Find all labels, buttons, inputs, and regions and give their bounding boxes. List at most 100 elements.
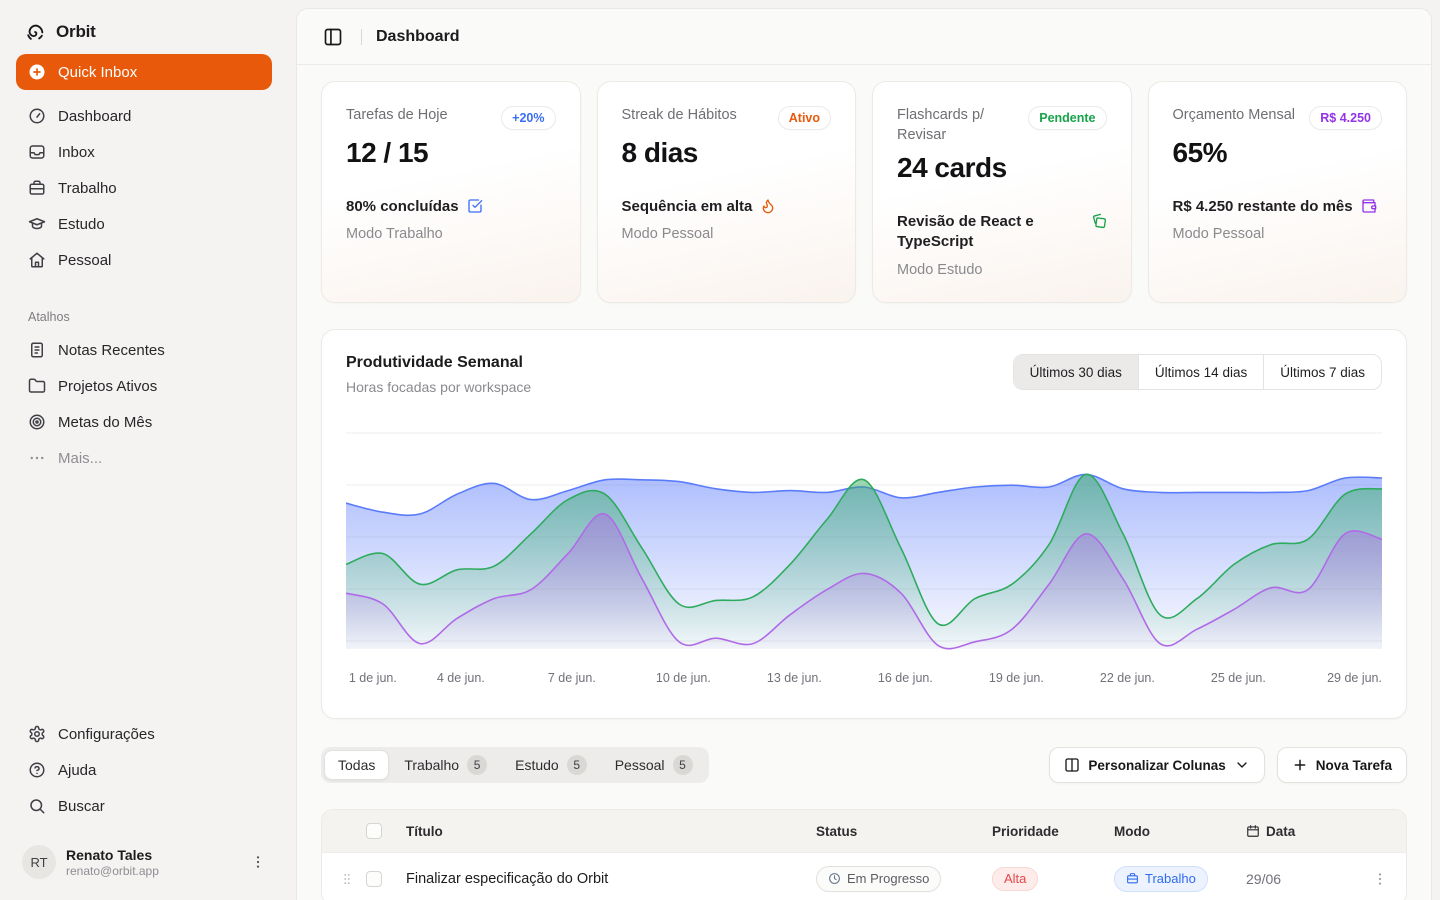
user-meta: Renato Tales renato@orbit.app	[66, 847, 240, 878]
sidebar-item-ajuda[interactable]: Ajuda	[16, 752, 272, 788]
card-value: 8 dias	[622, 137, 832, 169]
x-tick-label: 7 de jun.	[548, 671, 596, 685]
status-badge: +20%	[501, 106, 555, 130]
drag-handle-icon[interactable]	[340, 872, 354, 886]
sidebar-item-label: Quick Inbox	[58, 64, 137, 81]
filter-tab-estudo[interactable]: Estudo 5	[502, 750, 600, 780]
content: Tarefas de Hoje +20% 12 / 15 80% concluí…	[297, 65, 1431, 900]
filter-tab-pessoal[interactable]: Pessoal 5	[602, 750, 706, 780]
card-value: 12 / 15	[346, 137, 556, 169]
user-email: renato@orbit.app	[66, 864, 240, 878]
user-menu-kebab-icon[interactable]	[250, 854, 266, 870]
chart-x-axis: 1 de jun.4 de jun.7 de jun.10 de jun.13 …	[346, 671, 1382, 691]
filter-tab-todas[interactable]: Todas	[324, 750, 389, 780]
user-card[interactable]: RT Renato Tales renato@orbit.app	[16, 838, 272, 886]
card-mode: Modo Pessoal	[1173, 226, 1383, 242]
sidebar-shortcuts: Notas Recentes Projetos Ativos Metas do …	[16, 332, 272, 476]
sidebar-toggle-button[interactable]	[319, 23, 347, 51]
row-checkbox[interactable]	[366, 871, 382, 887]
chevron-down-icon	[1234, 757, 1250, 773]
card-mode: Modo Pessoal	[622, 226, 832, 242]
x-tick-label: 25 de jun.	[1211, 671, 1266, 685]
sidebar-item-mais[interactable]: Mais...	[16, 440, 272, 476]
card-label: Flashcards p/ Revisar	[897, 106, 1020, 145]
column-header-data: Data	[1246, 824, 1346, 839]
chart-title: Produtividade Semanal	[346, 354, 531, 372]
date-range-tabs: Últimos 30 dias Últimos 14 dias Últimos …	[1013, 354, 1382, 390]
help-circle-icon	[28, 761, 46, 779]
calendar-icon	[1246, 824, 1260, 838]
tab-ultimos-30-dias[interactable]: Últimos 30 dias	[1014, 355, 1138, 389]
check-square-icon	[467, 198, 483, 214]
stat-card-streak: Streak de Hábitos Ativo 8 dias Sequência…	[597, 81, 857, 303]
x-tick-label: 4 de jun.	[437, 671, 485, 685]
mode-badge: Trabalho	[1114, 866, 1208, 892]
briefcase-icon	[1126, 872, 1139, 885]
new-task-button[interactable]: Nova Tarefa	[1277, 747, 1407, 783]
sidebar-nav: Quick Inbox Dashboard Inbox Trabalho Est…	[16, 54, 272, 278]
orbit-logo-icon	[24, 21, 46, 43]
sidebar-item-configuracoes[interactable]: Configurações	[16, 716, 272, 752]
priority-badge: Alta	[992, 867, 1038, 891]
main-panel: Dashboard Tarefas de Hoje +20% 12 / 15 8…	[296, 8, 1432, 900]
sidebar-item-notas-recentes[interactable]: Notas Recentes	[16, 332, 272, 368]
x-tick-label: 1 de jun.	[349, 671, 397, 685]
plus-circle-icon	[28, 63, 46, 81]
count-badge: 5	[673, 755, 693, 775]
note-icon	[28, 341, 46, 359]
select-all-checkbox[interactable]	[366, 823, 382, 839]
status-badge: Ativo	[778, 106, 831, 130]
sidebar-item-label: Ajuda	[58, 762, 96, 779]
sidebar-item-label: Projetos Ativos	[58, 378, 157, 395]
sidebar-item-label: Configurações	[58, 726, 155, 743]
stat-cards-row: Tarefas de Hoje +20% 12 / 15 80% concluí…	[321, 81, 1407, 303]
sidebar-item-label: Inbox	[58, 144, 95, 161]
column-header-status: Status	[816, 824, 992, 839]
table-row[interactable]: Finalizar especificação do Orbit Em Prog…	[322, 852, 1406, 900]
sidebar-item-quick-inbox[interactable]: Quick Inbox	[16, 54, 272, 90]
filter-tab-trabalho[interactable]: Trabalho 5	[391, 750, 500, 780]
column-header-prioridade: Prioridade	[992, 824, 1114, 839]
x-tick-label: 19 de jun.	[989, 671, 1044, 685]
due-date: 29/06	[1246, 871, 1346, 887]
sidebar-item-label: Mais...	[58, 450, 102, 467]
tab-ultimos-7-dias[interactable]: Últimos 7 dias	[1263, 355, 1381, 389]
area-chart	[346, 415, 1382, 663]
table-header-row: Título Status Prioridade Modo Data	[322, 810, 1406, 852]
app-logo: Orbit	[16, 14, 272, 50]
sidebar-item-metas-do-mes[interactable]: Metas do Mês	[16, 404, 272, 440]
sidebar-item-label: Metas do Mês	[58, 414, 152, 431]
card-label: Streak de Hábitos	[622, 106, 737, 126]
sidebar-item-trabalho[interactable]: Trabalho	[16, 170, 272, 206]
x-tick-label: 16 de jun.	[878, 671, 933, 685]
plus-icon	[1292, 757, 1308, 773]
card-mode: Modo Estudo	[897, 262, 1107, 278]
card-value: 24 cards	[897, 152, 1107, 184]
sidebar-item-pessoal[interactable]: Pessoal	[16, 242, 272, 278]
clock-icon	[828, 872, 841, 885]
card-subtitle: R$ 4.250 restante do mês	[1173, 197, 1353, 217]
workspace-filter-tabs: Todas Trabalho 5 Estudo 5 Pessoal 5	[321, 747, 709, 783]
card-label: Tarefas de Hoje	[346, 106, 448, 126]
column-header-titulo: Título	[406, 824, 816, 839]
x-tick-label: 10 de jun.	[656, 671, 711, 685]
row-menu-kebab-icon[interactable]	[1372, 871, 1388, 887]
gear-icon	[28, 725, 46, 743]
count-badge: 5	[567, 755, 587, 775]
panel-left-icon	[323, 27, 343, 47]
briefcase-icon	[28, 179, 46, 197]
tab-ultimos-14-dias[interactable]: Últimos 14 dias	[1138, 355, 1263, 389]
user-name: Renato Tales	[66, 847, 240, 863]
sidebar-item-inbox[interactable]: Inbox	[16, 134, 272, 170]
card-subtitle: 80% concluídas	[346, 197, 459, 217]
sidebar-item-buscar[interactable]: Buscar	[16, 788, 272, 824]
sidebar-item-estudo[interactable]: Estudo	[16, 206, 272, 242]
card-label: Orçamento Mensal	[1173, 106, 1296, 126]
stat-card-tarefas: Tarefas de Hoje +20% 12 / 15 80% concluí…	[321, 81, 581, 303]
page-title: Dashboard	[376, 28, 460, 46]
sidebar-item-dashboard[interactable]: Dashboard	[16, 98, 272, 134]
card-subtitle: Revisão de React e TypeScript	[897, 212, 1083, 253]
task-toolbar: Todas Trabalho 5 Estudo 5 Pessoal 5	[321, 747, 1407, 783]
customize-columns-button[interactable]: Personalizar Colunas	[1049, 747, 1264, 783]
sidebar-item-projetos-ativos[interactable]: Projetos Ativos	[16, 368, 272, 404]
